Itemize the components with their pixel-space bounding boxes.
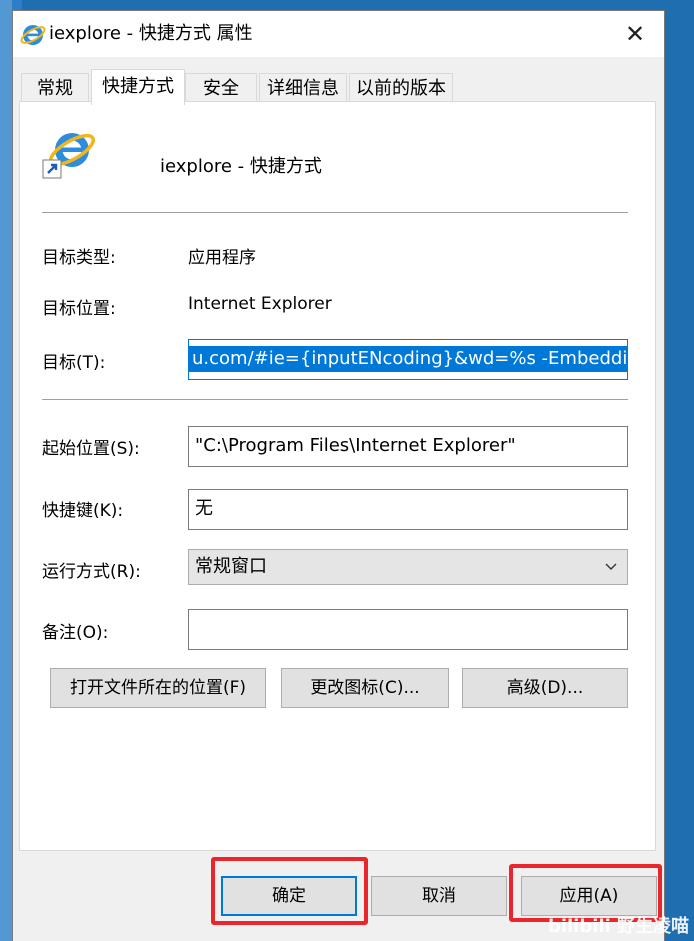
- tab-shortcut[interactable]: 快捷方式: [91, 69, 185, 105]
- target-location-value: Internet Explorer: [188, 294, 332, 314]
- chevron-down-icon: [603, 550, 619, 584]
- run-select-value: 常规窗口: [195, 556, 267, 577]
- cancel-button[interactable]: 取消: [371, 876, 507, 916]
- start-in-label: 起始位置(S):: [42, 439, 140, 459]
- shortcut-tab-panel: iexplore - 快捷方式 目标类型: 应用程序 目标位置: Interne…: [19, 101, 656, 851]
- target-location-label: 目标位置:: [42, 299, 116, 319]
- ok-highlight-box: [211, 857, 368, 925]
- window-title: iexplore - 快捷方式 属性: [49, 23, 253, 44]
- watermark: bilibili 野生凌喵: [548, 916, 690, 937]
- shortcut-name: iexplore - 快捷方式: [160, 156, 322, 177]
- internet-explorer-icon: [20, 25, 46, 45]
- hotkey-label: 快捷键(K):: [42, 501, 124, 521]
- separator: [42, 399, 628, 400]
- tab-general[interactable]: 常规: [21, 73, 89, 103]
- start-in-input[interactable]: "C:\Program Files\Internet Explorer": [188, 426, 628, 467]
- separator: [42, 212, 628, 213]
- properties-dialog: iexplore - 快捷方式 属性 ✕ 常规 快捷方式 安全 详细信息 以前的…: [12, 10, 665, 941]
- tab-security[interactable]: 安全: [185, 73, 257, 103]
- comment-input[interactable]: [188, 609, 628, 650]
- target-type-label: 目标类型:: [42, 248, 116, 268]
- tab-previous-versions[interactable]: 以前的版本: [349, 73, 453, 103]
- close-button[interactable]: ✕: [606, 11, 664, 57]
- comment-label: 备注(O):: [42, 623, 109, 643]
- target-label: 目标(T):: [42, 353, 106, 373]
- tab-details[interactable]: 详细信息: [259, 73, 347, 103]
- hotkey-input[interactable]: 无: [188, 489, 628, 530]
- shortcut-icon: [42, 133, 96, 179]
- desktop-icon-strip: [0, 0, 12, 941]
- target-input-selected-text: u.com/#ie={inputENcoding}&wd=%s -Embeddi…: [189, 346, 627, 372]
- close-icon: ✕: [624, 20, 646, 48]
- target-type-value: 应用程序: [188, 248, 256, 268]
- title-bar: iexplore - 快捷方式 属性 ✕: [13, 11, 664, 57]
- open-file-location-button[interactable]: 打开文件所在的位置(F): [50, 668, 266, 708]
- change-icon-button[interactable]: 更改图标(C)...: [281, 668, 449, 708]
- run-select[interactable]: 常规窗口: [188, 549, 628, 585]
- run-label: 运行方式(R):: [42, 562, 141, 582]
- advanced-button[interactable]: 高级(D)...: [462, 668, 628, 708]
- target-input[interactable]: u.com/#ie={inputENcoding}&wd=%s -Embeddi…: [188, 339, 628, 380]
